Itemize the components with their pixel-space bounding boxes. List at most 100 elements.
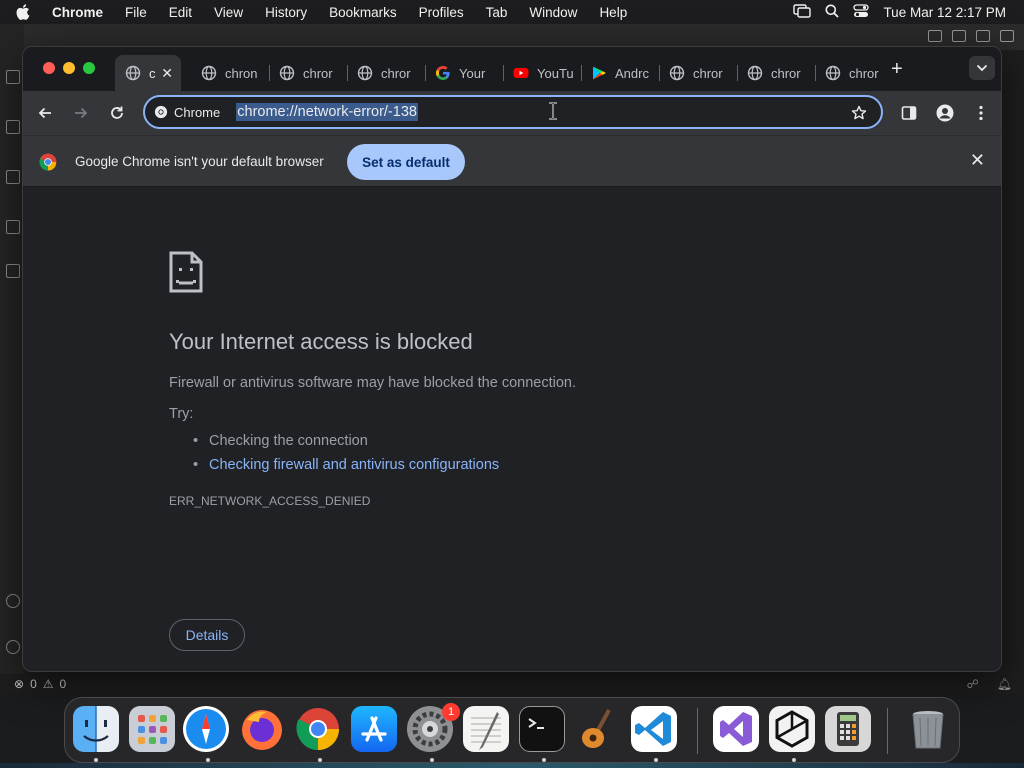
browser-toolbar: Chrome chrome://network-error/-138 [23, 91, 1001, 135]
tab[interactable]: Andrc [581, 55, 660, 91]
warning-count-icon[interactable]: ⚠ [43, 677, 54, 691]
menu-bookmarks[interactable]: Bookmarks [318, 5, 408, 20]
chrome-icon[interactable] [295, 706, 341, 752]
control-center-icon[interactable] [853, 3, 870, 21]
tab[interactable]: chror [659, 55, 738, 91]
menu-view[interactable]: View [203, 5, 254, 20]
default-browser-infobar: Google Chrome isn't your default browser… [23, 135, 1001, 187]
tab-title: chror [693, 65, 723, 81]
zoom-window-button[interactable] [83, 62, 95, 74]
menu-window[interactable]: Window [518, 5, 588, 20]
error-suggestions: Checking the connection Checking firewal… [193, 429, 499, 477]
running-indicator [542, 758, 546, 762]
toggle-secondary-sidebar-icon[interactable] [976, 30, 990, 42]
menu-history[interactable]: History [254, 5, 318, 20]
running-indicator [318, 758, 322, 762]
address-bar[interactable]: Chrome chrome://network-error/-138 [143, 95, 883, 129]
toggle-primary-sidebar-icon[interactable] [928, 30, 942, 42]
more-menu-icon[interactable] [969, 101, 993, 125]
set-as-default-button[interactable]: Set as default [347, 144, 465, 180]
close-infobar-icon[interactable]: ✕ [970, 150, 985, 171]
window-controls [43, 62, 95, 74]
youtube-icon [513, 68, 529, 78]
tab-search-chevron-icon[interactable] [969, 56, 995, 80]
app-store-icon[interactable] [351, 706, 397, 752]
tab[interactable]: chror [815, 55, 885, 91]
calculator-icon[interactable] [825, 706, 871, 752]
side-panel-icon[interactable] [897, 101, 921, 125]
search-view-icon[interactable] [6, 120, 20, 134]
running-indicator [430, 758, 434, 762]
profile-avatar-icon[interactable] [933, 101, 957, 125]
chrome-logo-icon [154, 105, 168, 119]
tab[interactable]: chror [347, 55, 426, 91]
menu-tab[interactable]: Tab [475, 5, 519, 20]
visual-studio-icon[interactable] [713, 706, 759, 752]
tab-title: chror [771, 65, 801, 81]
google-icon [436, 66, 450, 80]
firefox-icon[interactable] [239, 706, 285, 752]
forward-arrow-icon[interactable] [69, 101, 93, 125]
details-button[interactable]: Details [169, 619, 245, 651]
tab[interactable]: Your [425, 55, 504, 91]
tab[interactable]: YouTu [503, 55, 582, 91]
accounts-icon[interactable] [6, 594, 20, 608]
sad-page-icon [169, 251, 203, 293]
menu-help[interactable]: Help [588, 5, 638, 20]
error-title: Your Internet access is blocked [169, 329, 473, 354]
globe-icon [201, 65, 217, 81]
notifications-bell-icon[interactable]: 🔔︎ [997, 677, 1012, 691]
menu-app-name[interactable]: Chrome [38, 5, 114, 20]
menu-profiles[interactable]: Profiles [408, 5, 475, 20]
tab-title: Andrc [615, 65, 649, 81]
toggle-panel-icon[interactable] [952, 30, 966, 42]
explorer-icon[interactable] [6, 70, 20, 84]
close-window-button[interactable] [43, 62, 55, 74]
site-chip-label: Chrome [174, 104, 221, 120]
trash-icon[interactable] [905, 706, 951, 752]
menu-bar-clock[interactable]: Tue Mar 12 2:17 PM [883, 5, 1006, 20]
tab[interactable]: chror [737, 55, 816, 91]
running-indicator [792, 758, 796, 762]
tab-title: chron [225, 65, 258, 81]
reload-icon[interactable] [105, 101, 129, 125]
error-count-icon[interactable]: ⊗ [14, 677, 24, 691]
menu-file[interactable]: File [114, 5, 158, 20]
dock-separator [887, 708, 888, 754]
terminal-icon[interactable] [519, 706, 565, 752]
customize-layout-icon[interactable] [1000, 30, 1014, 42]
cursor-icon[interactable] [769, 706, 815, 752]
finder-icon[interactable] [73, 706, 119, 752]
minimize-window-button[interactable] [63, 62, 75, 74]
globe-icon [125, 65, 141, 81]
back-arrow-icon[interactable] [33, 101, 57, 125]
tab[interactable]: chror [269, 55, 348, 91]
new-tab-plus-icon[interactable]: + [891, 59, 903, 79]
site-info-chip[interactable]: Chrome [154, 100, 230, 124]
vscode-icon[interactable] [631, 706, 677, 752]
close-tab-icon[interactable]: ✕ [161, 65, 173, 82]
spotlight-search-icon[interactable] [825, 4, 840, 21]
dock-separator [697, 708, 698, 754]
error-count[interactable]: 0 [30, 677, 37, 691]
garageband-icon[interactable] [575, 706, 621, 752]
apple-menu-icon[interactable] [16, 4, 38, 20]
tab-title: chror [303, 65, 333, 81]
manage-gear-icon[interactable] [6, 640, 20, 654]
tab-active[interactable]: c ✕ [115, 55, 181, 91]
source-control-icon[interactable] [6, 170, 20, 184]
feedback-icon[interactable]: ☍ [967, 677, 979, 691]
bookmark-star-icon[interactable] [851, 105, 867, 126]
suggestion-firewall-link[interactable]: Checking firewall and antivirus configur… [193, 453, 499, 477]
run-debug-icon[interactable] [6, 220, 20, 234]
url-text[interactable]: chrome://network-error/-138 [236, 103, 418, 121]
launchpad-icon[interactable] [129, 706, 175, 752]
safari-icon[interactable] [183, 706, 229, 752]
warning-count[interactable]: 0 [60, 677, 67, 691]
menu-edit[interactable]: Edit [158, 5, 203, 20]
extensions-icon[interactable] [6, 264, 20, 278]
tab[interactable]: chron [191, 55, 270, 91]
textedit-icon[interactable] [463, 706, 509, 752]
globe-icon [825, 65, 841, 81]
screen-mirroring-icon[interactable] [793, 3, 812, 21]
